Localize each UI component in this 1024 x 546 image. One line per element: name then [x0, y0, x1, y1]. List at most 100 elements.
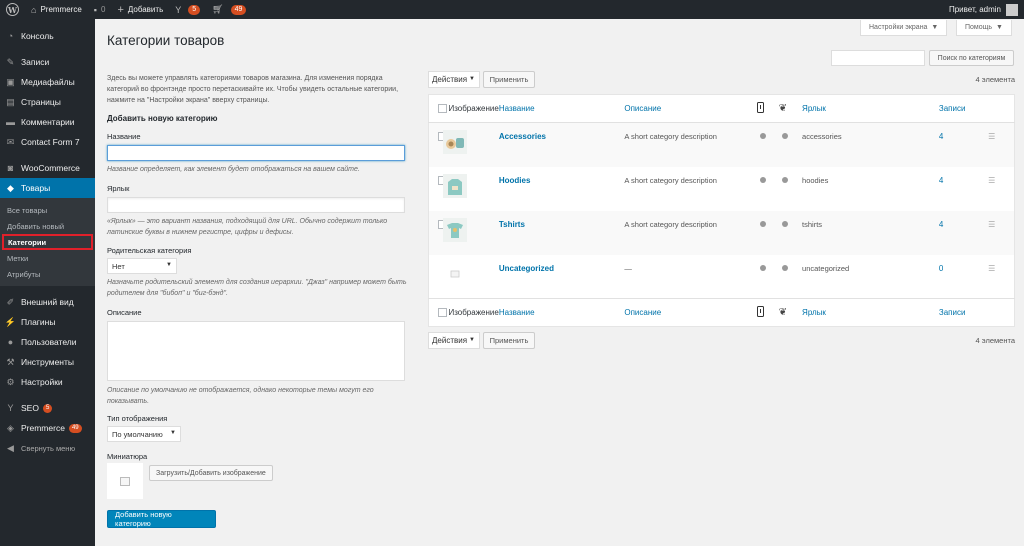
category-count-link[interactable]: 0	[939, 264, 943, 273]
plus-icon: +	[117, 3, 124, 16]
column-description[interactable]: Описание	[624, 94, 758, 123]
column-slug-footer[interactable]: Ярлык	[802, 298, 939, 327]
menu-media[interactable]: ▣ Медиафайлы	[0, 72, 95, 92]
menu-dashboard[interactable]: ◔ Консоль	[0, 26, 95, 46]
menu-premmerce[interactable]: ◈ Premmerce 49	[0, 418, 95, 438]
category-thumbnail	[451, 270, 460, 277]
menu-tools[interactable]: ⚒ Инструменты	[0, 352, 95, 372]
menu-label: Пользователи	[21, 337, 77, 347]
top-tablenav: Действия ▼ Применить 4 элемента	[428, 71, 1015, 89]
screen-options-button[interactable]: Настройки экрана ▼	[860, 20, 948, 36]
bottom-tablenav: Действия ▼ Применить 4 элемента	[428, 332, 1015, 350]
display-type-select[interactable]: По умолчанию ▼	[107, 426, 181, 442]
status-dot-icon	[781, 133, 788, 139]
menu-pages[interactable]: ▤ Страницы	[0, 92, 95, 112]
screen-options-label: Настройки экрана	[869, 24, 928, 31]
submenu-add-new[interactable]: Добавить новый	[0, 218, 95, 234]
table-row: Hoodies A short category description hoo…	[429, 167, 1015, 211]
column-count-footer[interactable]: Записи	[938, 298, 989, 327]
cart-link[interactable]: 🛒︎ 49	[206, 0, 252, 19]
my-account-link[interactable]: Привет, admin	[943, 0, 1001, 19]
menu-settings[interactable]: ⚙ Настройки	[0, 372, 95, 392]
comments-link[interactable]: ▪ 0	[88, 0, 112, 19]
menu-label: Страницы	[21, 97, 61, 107]
add-category-submit[interactable]: Добавить новую категорию	[107, 510, 216, 528]
menu-users[interactable]: ● Пользователи	[0, 332, 95, 352]
bulk-action-value: Действия	[432, 75, 468, 84]
wp-logo-menu[interactable]: W	[0, 0, 25, 19]
category-name-link[interactable]: Tshirts	[499, 220, 525, 229]
menu-comments[interactable]: ▬ Комментарии	[0, 112, 95, 132]
display-type-label: Тип отображения	[107, 414, 168, 423]
search-input[interactable]	[831, 50, 925, 66]
select-all-checkbox[interactable]	[438, 104, 447, 113]
main-content: Настройки экрана ▼ Помощь ▼ Категории то…	[95, 19, 1024, 546]
column-slug[interactable]: Ярлык	[802, 94, 939, 123]
caret-down-icon: ▼	[995, 24, 1003, 31]
menu-label: Консоль	[21, 31, 54, 41]
yoast-icon: Y	[7, 403, 14, 413]
drag-handle-icon[interactable]: ☰	[988, 132, 995, 141]
apply-button[interactable]: Применить	[483, 71, 535, 88]
name-field[interactable]	[107, 145, 405, 161]
apply-button-bottom[interactable]: Применить	[483, 332, 535, 349]
category-name-link[interactable]: Uncategorized	[499, 264, 554, 273]
select-all-checkbox-footer[interactable]	[438, 308, 447, 317]
avatar[interactable]	[1006, 3, 1018, 16]
search-categories-button[interactable]: Поиск по категориям	[929, 50, 1014, 66]
select-arrow-icon: ▼	[166, 262, 172, 268]
bulk-action-select-bottom[interactable]: Действия ▼	[428, 332, 480, 349]
column-name-footer[interactable]: Название	[498, 298, 625, 327]
menu-seo[interactable]: Y SEO 5	[0, 398, 95, 418]
description-textarea[interactable]	[107, 321, 405, 381]
wordpress-logo-icon: W	[6, 3, 19, 16]
menu-products[interactable]: ◆ Товары	[0, 178, 95, 198]
help-button[interactable]: Помощь ▼	[956, 20, 1012, 36]
comment-bubble-icon: ▪	[93, 4, 97, 15]
category-description: A short category description	[624, 210, 758, 255]
premmerce-badge: 49	[68, 423, 82, 433]
menu-label: Contact Form 7	[21, 137, 80, 147]
column-name[interactable]: Название	[498, 94, 625, 123]
new-content-link[interactable]: + Добавить	[111, 0, 169, 19]
drag-handle-icon[interactable]: ☰	[988, 220, 995, 229]
status-dot-icon	[760, 220, 767, 227]
category-name-link[interactable]: Accessories	[499, 132, 546, 141]
categories-table-area: Действия ▼ Применить 4 элемента Изображен…	[428, 71, 1015, 350]
status-dot-icon	[760, 133, 767, 139]
column-image-footer: Изображение	[448, 298, 499, 327]
category-name-link[interactable]: Hoodies	[499, 176, 531, 185]
site-name-link[interactable]: ⌂ Premmerce	[25, 0, 88, 19]
mail-icon: ✉	[6, 136, 15, 147]
submenu-all-products[interactable]: Все товары	[0, 202, 95, 218]
menu-contact-form[interactable]: ✉ Contact Form 7	[0, 132, 95, 152]
submenu-tags[interactable]: Метки	[0, 250, 95, 266]
slug-field[interactable]	[107, 197, 405, 213]
select-arrow-icon: ▼	[469, 337, 475, 343]
menu-label: Медиафайлы	[21, 77, 75, 87]
menu-plugins[interactable]: ⚡ Плагины	[0, 312, 95, 332]
column-count[interactable]: Записи	[938, 94, 989, 123]
drag-handle-icon[interactable]: ☰	[988, 264, 995, 273]
new-label: Добавить	[127, 5, 164, 14]
parent-select[interactable]: Нет ▼	[107, 258, 177, 274]
description-label: Описание	[107, 308, 142, 317]
category-count-link[interactable]: 4	[939, 220, 943, 229]
drag-handle-icon[interactable]: ☰	[988, 176, 995, 185]
category-count-link[interactable]: 4	[939, 132, 943, 141]
category-count-link[interactable]: 4	[939, 176, 943, 185]
submenu-attributes[interactable]: Атрибуты	[0, 266, 95, 282]
category-thumbnail	[443, 173, 468, 198]
column-description-footer[interactable]: Описание	[624, 298, 758, 327]
yoast-seo-link[interactable]: Y5	[169, 0, 206, 19]
upload-image-button[interactable]: Загрузить/Добавить изображение	[149, 465, 273, 481]
add-category-form: Здесь вы можете управлять категориями то…	[107, 73, 407, 528]
menu-woocommerce[interactable]: ◙ WooCommerce	[0, 158, 95, 178]
menu-collapse[interactable]: ◀ Свернуть меню	[0, 438, 95, 458]
menu-appearance[interactable]: ✐ Внешний вид	[0, 292, 95, 312]
menu-posts[interactable]: ✎ Записи	[0, 52, 95, 72]
image-placeholder-icon	[120, 476, 130, 486]
submenu-categories[interactable]: Категории	[2, 234, 93, 250]
category-description: A short category description	[624, 175, 717, 185]
bulk-action-select[interactable]: Действия ▼	[428, 71, 480, 88]
